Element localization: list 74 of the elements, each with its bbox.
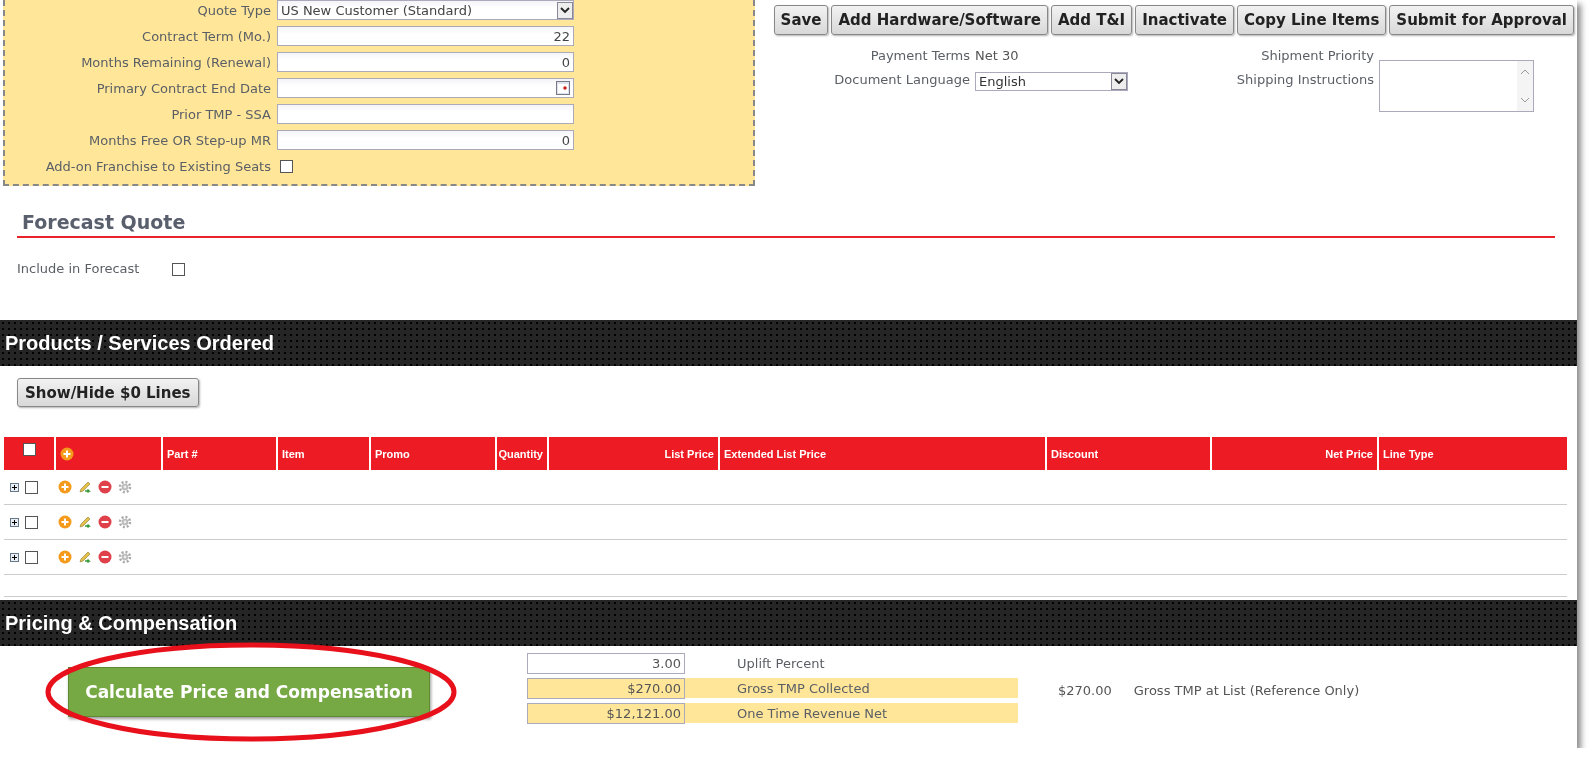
toggle-button[interactable]: Show/Hide $0 Lines: [17, 378, 199, 407]
column-header[interactable]: Item: [282, 447, 305, 460]
add-icon[interactable]: [58, 480, 72, 494]
add-icon[interactable]: [60, 446, 74, 461]
toolbar-button[interactable]: Add Hardware/Software: [831, 5, 1048, 35]
field-label: Months Remaining (Renewal): [80, 54, 271, 70]
expand-icon[interactable]: [10, 482, 19, 492]
add-icon[interactable]: [58, 515, 72, 529]
field-label: Document Language: [833, 72, 970, 87]
toolbar-button[interactable]: Copy Line Items: [1237, 5, 1387, 35]
caret-icon: [1111, 73, 1127, 90]
field-label: Contract Term (Mo.): [141, 28, 271, 44]
field-label: Shipment Priority: [1260, 48, 1374, 63]
input-field[interactable]: 3.00: [527, 652, 685, 674]
input-field[interactable]: [277, 104, 574, 124]
column-header[interactable]: Net Price: [1325, 447, 1373, 460]
section-title: Products / Services Ordered: [5, 331, 274, 355]
field-value: Net 30: [975, 48, 1019, 63]
field-label: Months Free OR Step-up MR: [88, 132, 271, 148]
scrollbar-drawing: [1517, 61, 1533, 111]
add-icon[interactable]: [58, 550, 72, 564]
select-field[interactable]: US New Customer (Standard): [277, 0, 574, 20]
field-label: Primary Contract End Date: [95, 80, 271, 96]
input-field[interactable]: 0: [277, 130, 574, 150]
checkbox[interactable]: [172, 263, 185, 276]
checkbox[interactable]: [280, 159, 293, 173]
field-label: Add-on Franchise to Existing Seats: [44, 158, 271, 174]
calendar-icon[interactable]: [556, 81, 570, 95]
field-label: Include in Forecast: [17, 261, 141, 276]
settings-icon[interactable]: [118, 550, 132, 564]
field-label: Gross TMP at List (Reference Only): [1133, 683, 1360, 698]
section-title: Pricing & Compensation: [5, 611, 238, 635]
column-header[interactable]: Line Type: [1383, 447, 1434, 460]
expand-icon[interactable]: [10, 517, 19, 527]
text-area[interactable]: [1379, 60, 1534, 112]
select-field[interactable]: English: [975, 72, 1128, 91]
caret-icon: [557, 1, 573, 19]
column-header[interactable]: Promo: [375, 447, 410, 460]
remove-icon[interactable]: [98, 550, 112, 564]
field-value: $270.00: [1058, 683, 1112, 698]
column-header[interactable]: List Price: [664, 447, 714, 460]
column-header[interactable]: Part #: [167, 447, 198, 460]
input-field[interactable]: $12,121.00: [527, 702, 685, 724]
remove-icon[interactable]: [98, 515, 112, 529]
settings-icon[interactable]: [118, 480, 132, 494]
input-field[interactable]: $270.00: [527, 677, 685, 699]
settings-icon[interactable]: [118, 515, 132, 529]
column-header[interactable]: Extended List Price: [724, 447, 827, 460]
field-label: Gross TMP Collected: [737, 680, 870, 696]
column-header[interactable]: Quantity: [498, 447, 543, 460]
toolbar-button[interactable]: Add T&I: [1050, 5, 1133, 35]
toolbar-button[interactable]: Submit for Approval: [1389, 5, 1574, 35]
pencil-icon[interactable]: [78, 550, 92, 564]
pencil-icon[interactable]: [78, 515, 92, 529]
field-label: Shipping Instructions: [1235, 72, 1374, 87]
date-field[interactable]: [277, 78, 574, 98]
field-label: One Time Revenue Net: [737, 705, 888, 721]
field-label: Payment Terms: [869, 48, 970, 63]
field-label: Quote Type: [196, 2, 271, 18]
field-label: Prior TMP - SSA: [170, 106, 271, 122]
column-header[interactable]: Discount: [1051, 447, 1099, 460]
input-field[interactable]: 22: [277, 26, 574, 46]
pencil-icon[interactable]: [78, 480, 92, 494]
checkbox[interactable]: [25, 550, 38, 564]
checkbox[interactable]: [25, 480, 38, 494]
remove-icon[interactable]: [98, 480, 112, 494]
checkbox[interactable]: [22, 443, 36, 456]
section-heading: Forecast Quote: [21, 210, 187, 235]
input-field[interactable]: 0: [277, 52, 574, 72]
toolbar-button[interactable]: Save: [773, 5, 829, 35]
toolbar-button[interactable]: Inactivate: [1135, 5, 1234, 35]
field-label: Uplift Percent: [737, 655, 825, 671]
checkbox[interactable]: [25, 515, 38, 529]
expand-icon[interactable]: [10, 552, 19, 562]
